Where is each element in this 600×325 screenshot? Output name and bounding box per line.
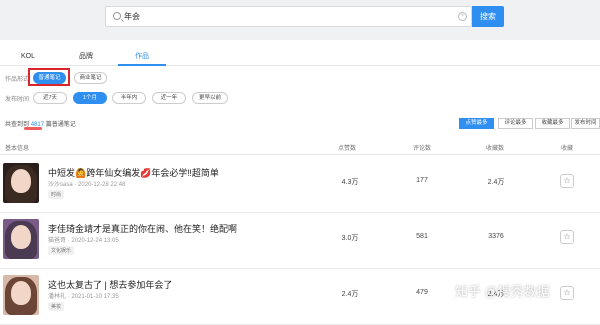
highlight-box: [28, 68, 70, 86]
tab-brand[interactable]: 品牌: [76, 52, 96, 66]
sort-comments[interactable]: 评论最多: [498, 118, 533, 129]
collects-value: 3376: [488, 233, 504, 240]
note-title[interactable]: 李佳琦金靖才是真正的你在闹、他在笑！绝配啊: [48, 222, 237, 235]
category-tag: 文化娱乐: [48, 246, 75, 255]
header-basic-info: 基本信息: [5, 146, 30, 152]
likes-value: 4.3万: [341, 179, 359, 186]
author-name[interactable]: 潘林礼: [48, 294, 66, 300]
likes-value: 2.4万: [341, 291, 359, 298]
header-likes[interactable]: 点赞数: [338, 143, 356, 152]
table-header: 基本信息 点赞数 评论数 收藏数 收藏: [0, 139, 600, 155]
category-tabs: KOL 品牌 作品: [0, 52, 600, 66]
category-tag: 美妆: [48, 302, 65, 311]
search-query: 年会: [124, 12, 140, 21]
star-icon[interactable]: ☆: [560, 230, 574, 244]
table-row[interactable]: 李佳琦金靖才是真正的你在闹、他在笑！绝配啊 猫爸哥 · 2020-12-24 1…: [0, 213, 600, 269]
time-option-earlier[interactable]: 更早以前: [192, 92, 228, 104]
table-row[interactable]: 中短发🙆跨年仙女编发💋年会必学‼超简单 沙沙sasa · 2020-12-28 …: [0, 157, 600, 213]
sort-date[interactable]: 发布时间: [571, 118, 600, 129]
time-option-1year[interactable]: 近一年: [152, 92, 186, 104]
result-suffix: 篇普通笔记: [45, 122, 76, 128]
likes-value: 3.0万: [341, 235, 359, 242]
watermark: 知乎 @搜秀数据: [455, 284, 550, 299]
note-meta: 潘林礼 · 2021-01-10 17:35: [48, 294, 119, 300]
tab-works[interactable]: 作品: [118, 52, 166, 66]
comments-value: 581: [416, 233, 428, 240]
category-tag: 时尚: [48, 190, 65, 199]
note-meta: 沙沙sasa · 2020-12-28 22:48: [48, 182, 126, 188]
search-icon: [113, 12, 121, 20]
sort-likes[interactable]: 点赞最多: [459, 118, 494, 129]
type-option-business[interactable]: 商业笔记: [74, 72, 107, 84]
header-collects[interactable]: 收藏数: [486, 143, 504, 152]
publish-date: 2020-12-28 22:48: [78, 182, 126, 188]
highlight-underline: [24, 127, 42, 130]
time-option-7days[interactable]: 近7天: [33, 92, 67, 104]
note-meta: 猫爸哥 · 2020-12-24 13:05: [48, 238, 119, 244]
time-filter-label: 发布时间: [5, 97, 30, 103]
note-thumbnail: [3, 275, 39, 315]
comments-value: 177: [416, 177, 428, 184]
author-name[interactable]: 猫爸哥: [48, 238, 66, 244]
note-thumbnail: [3, 163, 39, 203]
search-input[interactable]: 年会 ×: [105, 6, 472, 27]
header-comments[interactable]: 评论数: [413, 143, 431, 152]
note-thumbnail: [3, 219, 39, 259]
publish-date: 2021-01-10 17:35: [71, 294, 119, 300]
note-title[interactable]: 这也太复古了 | 想去参加年会了: [48, 278, 172, 291]
clear-icon[interactable]: ×: [458, 12, 467, 21]
author-name[interactable]: 沙沙sasa: [48, 182, 73, 188]
note-title[interactable]: 中短发🙆跨年仙女编发💋年会必学‼超简单: [48, 166, 219, 179]
tab-kol[interactable]: KOL: [18, 52, 38, 66]
type-filter-label: 作品形式: [5, 77, 30, 83]
header-favorite: 收藏: [561, 146, 574, 152]
collects-value: 2.4万: [487, 179, 505, 186]
sort-collects[interactable]: 收藏最多: [535, 118, 570, 129]
comments-value: 479: [416, 289, 428, 296]
star-icon[interactable]: ☆: [560, 286, 574, 300]
time-option-half-year[interactable]: 半年内: [112, 92, 146, 104]
top-search-bar: 年会 × 搜索: [0, 0, 600, 40]
star-icon[interactable]: ☆: [560, 174, 574, 188]
publish-date: 2020-12-24 13:05: [71, 238, 119, 244]
search-button[interactable]: 搜索: [472, 6, 504, 27]
time-option-1month[interactable]: 1个月: [73, 92, 107, 104]
